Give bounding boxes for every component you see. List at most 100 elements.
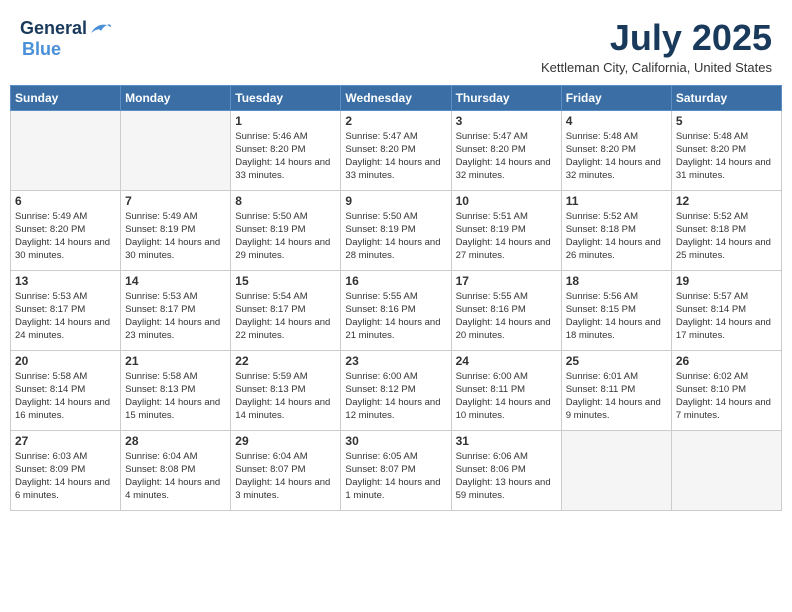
day-info: Sunrise: 5:53 AMSunset: 8:17 PMDaylight:… (125, 290, 226, 343)
day-number: 20 (15, 354, 116, 368)
day-info: Sunrise: 5:46 AMSunset: 8:20 PMDaylight:… (235, 130, 336, 183)
day-info: Sunrise: 5:52 AMSunset: 8:18 PMDaylight:… (566, 210, 667, 263)
day-number: 21 (125, 354, 226, 368)
day-info: Sunrise: 5:48 AMSunset: 8:20 PMDaylight:… (566, 130, 667, 183)
day-info: Sunrise: 5:50 AMSunset: 8:19 PMDaylight:… (235, 210, 336, 263)
day-number: 16 (345, 274, 446, 288)
day-info: Sunrise: 5:49 AMSunset: 8:20 PMDaylight:… (15, 210, 116, 263)
calendar-day-cell (121, 110, 231, 190)
day-info: Sunrise: 6:00 AMSunset: 8:12 PMDaylight:… (345, 370, 446, 423)
calendar-day-cell: 1 Sunrise: 5:46 AMSunset: 8:20 PMDaylight… (231, 110, 341, 190)
day-number: 11 (566, 194, 667, 208)
calendar-day-cell: 20 Sunrise: 5:58 AMSunset: 8:14 PMDayligh… (11, 350, 121, 430)
calendar-day-cell: 2Sunrise: 5:47 AMSunset: 8:20 PMDaylight… (341, 110, 451, 190)
calendar-day-cell: 24Sunrise: 6:00 AMSunset: 8:11 PMDayligh… (451, 350, 561, 430)
calendar-day-cell: 6 Sunrise: 5:49 AMSunset: 8:20 PMDaylight… (11, 190, 121, 270)
day-number: 27 (15, 434, 116, 448)
calendar-day-cell: 18 Sunrise: 5:56 AMSunset: 8:15 PMDayligh… (561, 270, 671, 350)
calendar-day-cell: 26 Sunrise: 6:02 AMSunset: 8:10 PMDayligh… (671, 350, 781, 430)
day-info: Sunrise: 6:06 AMSunset: 8:06 PMDaylight:… (456, 450, 557, 503)
calendar-day-cell: 22 Sunrise: 5:59 AMSunset: 8:13 PMDayligh… (231, 350, 341, 430)
calendar-day-cell: 5 Sunrise: 5:48 AMSunset: 8:20 PMDaylight… (671, 110, 781, 190)
calendar-day-cell: 30 Sunrise: 6:05 AMSunset: 8:07 PMDayligh… (341, 430, 451, 510)
day-info: Sunrise: 6:01 AMSunset: 8:11 PMDaylight:… (566, 370, 667, 423)
calendar-day-cell: 4Sunrise: 5:48 AMSunset: 8:20 PMDaylight… (561, 110, 671, 190)
day-number: 30 (345, 434, 446, 448)
calendar-header-row: SundayMondayTuesdayWednesdayThursdayFrid… (11, 85, 782, 110)
day-info: Sunrise: 5:48 AMSunset: 8:20 PMDaylight:… (676, 130, 777, 183)
calendar-day-cell (671, 430, 781, 510)
day-number: 23 (345, 354, 446, 368)
weekday-header: Friday (561, 85, 671, 110)
day-number: 13 (15, 274, 116, 288)
day-info: Sunrise: 6:04 AMSunset: 8:08 PMDaylight:… (125, 450, 226, 503)
day-info: Sunrise: 5:56 AMSunset: 8:15 PMDaylight:… (566, 290, 667, 343)
calendar-week-row: 1 Sunrise: 5:46 AMSunset: 8:20 PMDaylight… (11, 110, 782, 190)
calendar-day-cell: 16Sunrise: 5:55 AMSunset: 8:16 PMDayligh… (341, 270, 451, 350)
day-info: Sunrise: 5:47 AMSunset: 8:20 PMDaylight:… (456, 130, 557, 183)
day-info: Sunrise: 5:58 AMSunset: 8:14 PMDaylight:… (15, 370, 116, 423)
calendar-day-cell: 3 Sunrise: 5:47 AMSunset: 8:20 PMDaylight… (451, 110, 561, 190)
weekday-header: Saturday (671, 85, 781, 110)
day-info: Sunrise: 5:49 AMSunset: 8:19 PMDaylight:… (125, 210, 226, 263)
calendar-day-cell: 21Sunrise: 5:58 AMSunset: 8:13 PMDayligh… (121, 350, 231, 430)
day-number: 26 (676, 354, 777, 368)
calendar-day-cell: 27Sunrise: 6:03 AMSunset: 8:09 PMDayligh… (11, 430, 121, 510)
calendar-day-cell: 28 Sunrise: 6:04 AMSunset: 8:08 PMDayligh… (121, 430, 231, 510)
day-info: Sunrise: 6:02 AMSunset: 8:10 PMDaylight:… (676, 370, 777, 423)
day-number: 22 (235, 354, 336, 368)
day-info: Sunrise: 5:53 AMSunset: 8:17 PMDaylight:… (15, 290, 116, 343)
header: General Blue July 2025 Kettleman City, C… (10, 10, 782, 79)
weekday-header: Sunday (11, 85, 121, 110)
calendar-week-row: 6 Sunrise: 5:49 AMSunset: 8:20 PMDaylight… (11, 190, 782, 270)
weekday-header: Thursday (451, 85, 561, 110)
calendar-day-cell: 19 Sunrise: 5:57 AMSunset: 8:14 PMDayligh… (671, 270, 781, 350)
calendar-day-cell: 15Sunrise: 5:54 AMSunset: 8:17 PMDayligh… (231, 270, 341, 350)
day-number: 1 (235, 114, 336, 128)
calendar-day-cell: 14 Sunrise: 5:53 AMSunset: 8:17 PMDayligh… (121, 270, 231, 350)
day-info: Sunrise: 5:59 AMSunset: 8:13 PMDaylight:… (235, 370, 336, 423)
day-number: 5 (676, 114, 777, 128)
calendar-day-cell: 13 Sunrise: 5:53 AMSunset: 8:17 PMDayligh… (11, 270, 121, 350)
day-info: Sunrise: 5:50 AMSunset: 8:19 PMDaylight:… (345, 210, 446, 263)
title-area: July 2025 Kettleman City, California, Un… (541, 18, 772, 75)
calendar-day-cell (561, 430, 671, 510)
day-info: Sunrise: 5:47 AMSunset: 8:20 PMDaylight:… (345, 130, 446, 183)
logo-blue: Blue (22, 39, 61, 60)
day-info: Sunrise: 5:57 AMSunset: 8:14 PMDaylight:… (676, 290, 777, 343)
day-number: 29 (235, 434, 336, 448)
calendar-day-cell: 8 Sunrise: 5:50 AMSunset: 8:19 PMDaylight… (231, 190, 341, 270)
day-number: 31 (456, 434, 557, 448)
weekday-header: Monday (121, 85, 231, 110)
calendar-day-cell: 17Sunrise: 5:55 AMSunset: 8:16 PMDayligh… (451, 270, 561, 350)
day-number: 19 (676, 274, 777, 288)
logo-bird-icon (89, 21, 111, 37)
day-number: 25 (566, 354, 667, 368)
calendar-day-cell: 23 Sunrise: 6:00 AMSunset: 8:12 PMDayligh… (341, 350, 451, 430)
day-number: 10 (456, 194, 557, 208)
calendar-day-cell (11, 110, 121, 190)
day-info: Sunrise: 5:52 AMSunset: 8:18 PMDaylight:… (676, 210, 777, 263)
logo-general: General (20, 18, 87, 39)
calendar-day-cell: 11 Sunrise: 5:52 AMSunset: 8:18 PMDayligh… (561, 190, 671, 270)
day-number: 14 (125, 274, 226, 288)
calendar-day-cell: 25 Sunrise: 6:01 AMSunset: 8:11 PMDayligh… (561, 350, 671, 430)
day-number: 28 (125, 434, 226, 448)
calendar-day-cell: 29Sunrise: 6:04 AMSunset: 8:07 PMDayligh… (231, 430, 341, 510)
day-number: 8 (235, 194, 336, 208)
day-info: Sunrise: 5:51 AMSunset: 8:19 PMDaylight:… (456, 210, 557, 263)
day-info: Sunrise: 6:05 AMSunset: 8:07 PMDaylight:… (345, 450, 446, 503)
day-number: 3 (456, 114, 557, 128)
day-number: 18 (566, 274, 667, 288)
calendar-week-row: 20 Sunrise: 5:58 AMSunset: 8:14 PMDayligh… (11, 350, 782, 430)
day-number: 9 (345, 194, 446, 208)
calendar-day-cell: 9 Sunrise: 5:50 AMSunset: 8:19 PMDaylight… (341, 190, 451, 270)
day-number: 6 (15, 194, 116, 208)
weekday-header: Wednesday (341, 85, 451, 110)
calendar-week-row: 27Sunrise: 6:03 AMSunset: 8:09 PMDayligh… (11, 430, 782, 510)
month-year-title: July 2025 (541, 18, 772, 58)
calendar-week-row: 13 Sunrise: 5:53 AMSunset: 8:17 PMDayligh… (11, 270, 782, 350)
day-number: 7 (125, 194, 226, 208)
logo: General Blue (20, 18, 111, 60)
calendar-day-cell: 31 Sunrise: 6:06 AMSunset: 8:06 PMDayligh… (451, 430, 561, 510)
